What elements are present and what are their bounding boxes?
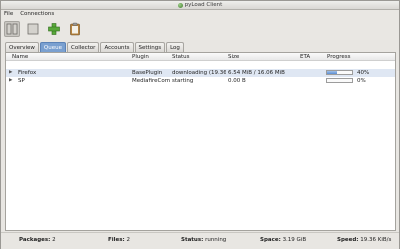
packages-count: 2 [52, 237, 56, 243]
package-name: Firefox [18, 70, 37, 76]
tab-bar: Overview Queue Collector Accounts Settin… [5, 42, 184, 52]
progress-bar [326, 70, 353, 75]
table-header: Name Plugin Status Size ETA Progress [6, 53, 395, 61]
title-bar[interactable]: pyLoad Client [1, 1, 399, 10]
tab-collector[interactable]: Collector [66, 42, 100, 52]
tab-log[interactable]: Log [166, 42, 184, 52]
progress-text: 40% [357, 70, 370, 76]
menu-file[interactable]: File [4, 11, 13, 17]
app-logo-icon [177, 2, 183, 8]
space-value: 3.19 GiB [282, 237, 307, 243]
status-packages: Packages: 2 [19, 237, 56, 243]
package-size: 6.54 MiB / 16.06 MiB [228, 70, 285, 76]
package-status: starting [172, 78, 194, 84]
table-row[interactable]: ▶ Firefox BasePlugin downloading (19.36…… [6, 69, 395, 77]
stop-button[interactable] [25, 21, 41, 37]
column-plugin[interactable]: Plugin [132, 54, 149, 60]
column-status[interactable]: Status [172, 54, 190, 60]
package-plugin: MediafireCom [132, 78, 170, 84]
app-window: pyLoad Client File Connections Overview … [0, 0, 400, 249]
status-space: Space: 3.19 GiB [260, 237, 307, 243]
clipboard-button[interactable] [67, 21, 83, 37]
stop-icon [27, 23, 39, 35]
add-package-button[interactable] [46, 21, 62, 37]
status-speed: Speed: 19.36 KiB/s [337, 237, 392, 243]
menu-bar: File Connections [1, 10, 399, 18]
package-plugin: BasePlugin [132, 70, 163, 76]
pause-button[interactable] [4, 21, 20, 37]
expand-arrow-icon[interactable]: ▶ [9, 70, 12, 75]
progress-fill [327, 71, 337, 74]
pause-icon [6, 23, 18, 35]
tab-queue[interactable]: Queue [39, 42, 66, 52]
tab-accounts[interactable]: Accounts [100, 42, 134, 52]
package-status: downloading (19.36… [172, 70, 226, 76]
column-progress[interactable]: Progress [327, 54, 350, 60]
status-files: Files: 2 [108, 237, 130, 243]
column-size[interactable]: Size [228, 54, 239, 60]
status-value: running [205, 237, 227, 243]
status-bar: Packages: 2 Files: 2 Status: running Spa… [1, 232, 399, 249]
toolbar [1, 18, 399, 40]
table-row[interactable]: ▶ SP MediafireCom starting 0.00 B 0% [6, 77, 395, 85]
package-name: SP [18, 78, 25, 84]
column-name[interactable]: Name [12, 54, 28, 60]
clipboard-icon [70, 22, 80, 36]
column-eta[interactable]: ETA [300, 54, 310, 60]
tab-settings[interactable]: Settings [134, 42, 166, 52]
package-size: 0.00 B [228, 78, 246, 84]
progress-text: 0% [357, 78, 366, 84]
expand-arrow-icon[interactable]: ▶ [9, 78, 12, 83]
add-icon [48, 23, 60, 35]
tab-overview[interactable]: Overview [5, 42, 39, 52]
menu-connections[interactable]: Connections [20, 11, 54, 17]
status-state: Status: running [181, 237, 227, 243]
files-count: 2 [126, 237, 130, 243]
speed-value: 19.36 KiB/s [360, 237, 392, 243]
window-title: pyLoad Client [184, 2, 223, 8]
progress-bar [326, 78, 353, 83]
queue-panel: Name Plugin Status Size ETA Progress ▶ F… [5, 52, 396, 231]
